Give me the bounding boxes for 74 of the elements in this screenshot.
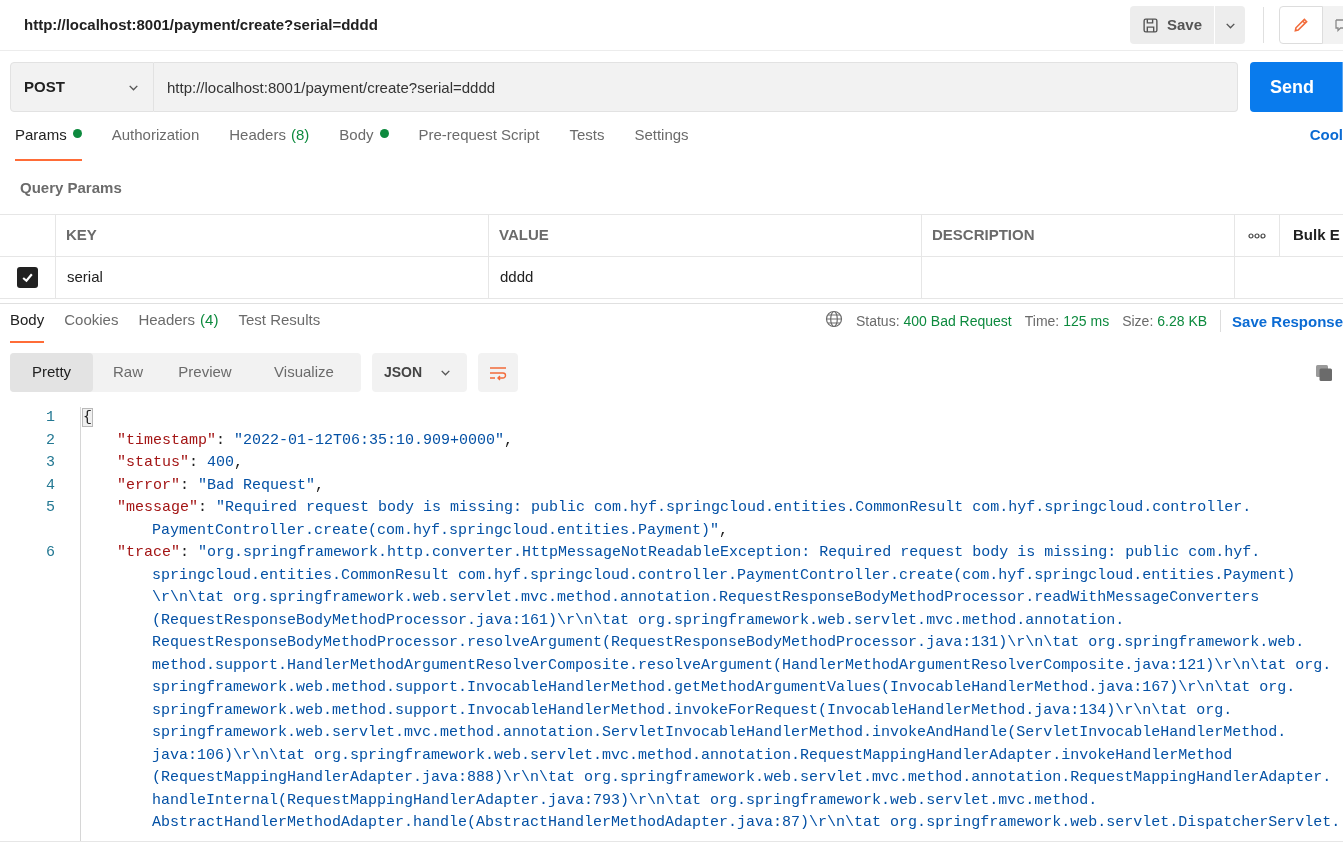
time-value: 125 ms xyxy=(1063,312,1110,331)
comment-icon xyxy=(1335,17,1343,33)
method-select[interactable]: POST xyxy=(10,62,154,112)
tab[interactable]: Params xyxy=(15,124,82,161)
code-line: "message": "Required request body is missing: public com.hyf.springcloud.entities.CommonResult com.hyf.springcloud.controller. xyxy=(117,499,1252,516)
status-label: Status: xyxy=(855,312,900,331)
tab[interactable]: Tests xyxy=(569,124,605,161)
code-line: PaymentController.create(com.hyf.springcloud.entities.Payment)", xyxy=(152,521,729,539)
size-label: Size: xyxy=(1122,312,1154,331)
view-mode-tab[interactable]: Pretty xyxy=(10,353,93,392)
code-line: springframework.web.method.support.InvocableHandlerMethod.getMethodArgumentValues(InvocableHandlerMethod.java:167)\r\n\tat org. xyxy=(152,679,1296,696)
code-line: (RequestResponseBodyMethodProcessor.java:161)\r\n\tat org.springframework.web.servlet.mvc.method.annotation. xyxy=(152,611,1125,629)
table-cell-text: dddd xyxy=(500,267,534,288)
send-button[interactable]: Send xyxy=(1250,62,1343,112)
tab[interactable]: Body xyxy=(339,124,389,161)
copy-icon xyxy=(1315,363,1333,382)
status-value: 400 Bad Request xyxy=(903,312,1012,331)
column-header: VALUE xyxy=(499,225,549,246)
matched-brace: { xyxy=(82,408,93,427)
pencil-icon xyxy=(1292,16,1310,34)
code-line: java:106)\r\n\tat org.springframework.web.servlet.mvc.method.annotation.RequestMappingHandlerAdapter.invokeHandlerMethod xyxy=(152,746,1233,764)
url-field[interactable]: http://localhost:8001/payment/create?serial=dddd xyxy=(154,62,1238,112)
save-icon xyxy=(1141,16,1159,34)
code-line: "timestamp": "2022-01-12T06:35:10.909+0000", xyxy=(117,431,514,449)
view-mode-tab[interactable]: Raw xyxy=(93,353,163,392)
view-mode-tab[interactable]: Preview xyxy=(163,353,247,392)
code-line: springframework.web.method.support.InvocableHandlerMethod.invokeForRequest(InvocableHandlerMethod.java:134)\r\n\tat org. xyxy=(152,701,1233,719)
code-line: method.support.HandlerMethodArgumentResolverComposite.resolveArgument(HandlerMethodArgumentResolverComposite.java:121)\r\n\tat org. xyxy=(152,656,1332,674)
line-number: 5 xyxy=(46,499,55,516)
tab[interactable]: Test Results xyxy=(238,309,321,343)
column-header: KEY xyxy=(66,225,97,246)
tab[interactable]: Settings xyxy=(634,124,689,161)
line-number: 2 xyxy=(46,431,55,449)
save-response-link[interactable]: Save Response xyxy=(1232,311,1343,334)
line-number: 4 xyxy=(46,476,55,494)
line-number: 6 xyxy=(46,544,55,561)
wrap-icon xyxy=(488,364,508,381)
view-mode-tab[interactable]: Visualize xyxy=(247,353,361,392)
line-number: 1 xyxy=(46,409,55,426)
tab[interactable]: Headers (4) xyxy=(138,309,219,343)
tab[interactable]: Headers (8) xyxy=(229,124,310,161)
save-button[interactable]: Save xyxy=(1130,6,1214,44)
code-line: handleInternal(RequestMappingHandlerAdapter.java:793)\r\n\tat org.springframework.web.servlet.mvc.method. xyxy=(152,791,1098,809)
time-label: Time: xyxy=(1024,312,1060,331)
code-line: AbstractHandlerMethodAdapter.handle(AbstractHandlerMethodAdapter.java:87)\r\n\tat org.springframework.web.servlet.DispatcherServlet. xyxy=(152,814,1341,831)
table-cell-text: serial xyxy=(67,267,103,288)
code-line: "error": "Bad Request", xyxy=(117,476,325,494)
format-select[interactable]: JSON xyxy=(372,353,467,392)
bulk-edit-button[interactable]: Bulk E xyxy=(1293,224,1340,247)
comments-button[interactable] xyxy=(1323,6,1343,44)
code-line: springcloud.entities.CommonResult com.hyf.springcloud.controller.PaymentController.create(com.hyf.springcloud.entities.Payment) xyxy=(152,566,1296,584)
code-line: springframework.web.servlet.mvc.method.annotation.ServletInvocableHandlerMethod.invokeAndHandle(ServletInvocableHandlerMethod. xyxy=(152,724,1287,741)
code-line: RequestResponseBodyMethodProcessor.resolveArgument(RequestResponseBodyMethodProcessor.java:131)\r\n\tat org.springframework.web. xyxy=(152,634,1305,651)
code-line: "status": 400, xyxy=(117,454,244,471)
checkbox[interactable] xyxy=(17,267,38,288)
code-line: \r\n\tat org.springframework.web.servlet.mvc.method.annotation.RequestResponseBodyMethodProcessor.readWithMessageConverters xyxy=(152,589,1260,606)
globe-icon xyxy=(824,310,843,328)
check-icon xyxy=(21,271,34,284)
cookies-link[interactable]: Cool xyxy=(1309,124,1343,161)
save-dropdown-button[interactable] xyxy=(1215,6,1245,44)
code-line: (RequestMappingHandlerAdapter.java:888)\r\n\tat org.springframework.web.servlet.mvc.method.annotation.RequestMappingHandlerAdapter. xyxy=(152,769,1332,786)
code-line: "trace": "org.springframework.http.converter.HttpMessageNotReadableException: Required request body is missing: public com.hyf. xyxy=(117,544,1261,561)
wrap-lines-button[interactable] xyxy=(478,353,518,392)
tab[interactable]: Authorization xyxy=(111,124,200,161)
tab[interactable]: Pre-request Script xyxy=(418,124,540,161)
section-title: Query Params xyxy=(19,178,123,198)
tab[interactable]: Body xyxy=(10,309,45,343)
column-header: DESCRIPTION xyxy=(932,225,1035,246)
request-title: http://localhost:8001/payment/create?serial=dddd xyxy=(24,14,378,35)
tab[interactable]: Cookies xyxy=(64,309,119,343)
more-icon xyxy=(1248,232,1266,239)
edit-button[interactable] xyxy=(1279,6,1323,44)
size-value: 6.28 KB xyxy=(1157,312,1208,331)
line-number: 3 xyxy=(46,454,55,471)
